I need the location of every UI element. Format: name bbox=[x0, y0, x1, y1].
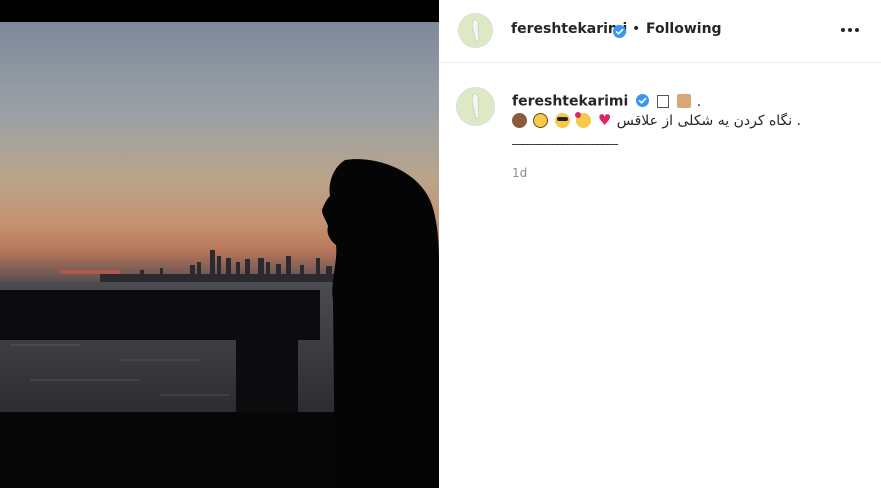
caption-avatar[interactable] bbox=[456, 87, 495, 126]
caption-username[interactable]: fereshtekarimi bbox=[512, 94, 628, 110]
sunglasses-emoji-icon bbox=[554, 113, 570, 128]
caption-divider: _____________________ bbox=[512, 131, 618, 145]
post-details-panel: fereshtekarimi • Following fereshtekarim… bbox=[439, 0, 881, 488]
cookie-emoji-icon bbox=[676, 94, 691, 108]
monkey-emoji-icon bbox=[512, 113, 527, 128]
post-photo[interactable] bbox=[0, 0, 439, 488]
following-button[interactable]: Following bbox=[646, 21, 722, 37]
caption-period: . bbox=[696, 94, 702, 110]
verified-badge-icon bbox=[613, 22, 626, 41]
more-options-icon[interactable] bbox=[840, 22, 862, 38]
heart-eyes-emoji-icon bbox=[575, 112, 592, 128]
caption-text: نگاه کردن یه شکلی از علاقس bbox=[616, 113, 793, 129]
red-heart-icon: ♥ bbox=[597, 111, 612, 129]
sunset-silhouette-image bbox=[0, 0, 439, 488]
post-header: fereshtekarimi • Following bbox=[439, 0, 881, 63]
header-separator: • bbox=[632, 21, 641, 37]
post-author-username[interactable]: fereshtekarimi bbox=[511, 21, 627, 37]
post-timestamp[interactable]: 1d bbox=[512, 166, 527, 180]
nerd-emoji-icon bbox=[533, 113, 549, 128]
caption-text-line: ♥ نگاه کردن یه شکلی از علاقس . bbox=[512, 111, 801, 129]
verified-badge-icon bbox=[636, 94, 650, 107]
avatar[interactable] bbox=[458, 13, 493, 48]
caption-end-period: . bbox=[796, 113, 802, 129]
caption-header: fereshtekarimi . bbox=[512, 91, 702, 111]
unsupported-glyph-icon bbox=[656, 95, 669, 108]
